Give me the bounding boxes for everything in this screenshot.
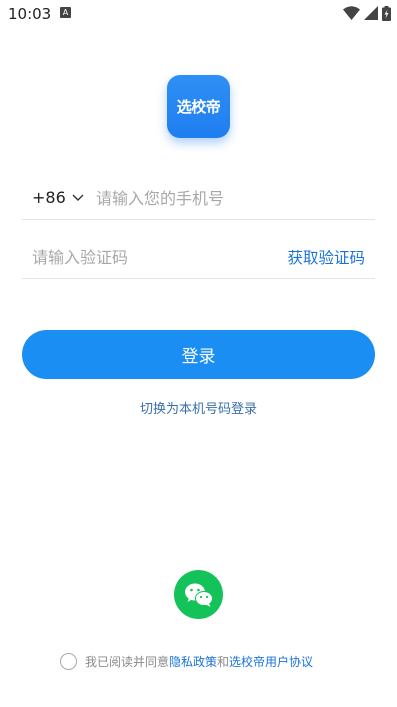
wechat-icon bbox=[184, 583, 213, 607]
get-code-button[interactable]: 获取验证码 bbox=[287, 246, 365, 268]
user-agreement-link[interactable]: 选校帝用户协议 bbox=[229, 653, 313, 670]
status-time: 10:03 bbox=[8, 5, 52, 23]
app-logo: 选校帝 bbox=[167, 75, 230, 138]
signal-icon bbox=[364, 6, 378, 20]
code-row: 获取验证码 bbox=[22, 235, 375, 279]
privacy-policy-link[interactable]: 隐私政策 bbox=[169, 653, 217, 670]
verification-code-input[interactable] bbox=[32, 243, 262, 271]
phone-input[interactable] bbox=[96, 184, 366, 212]
battery-charging-icon bbox=[382, 5, 391, 21]
wifi-icon bbox=[343, 6, 360, 20]
chevron-down-icon bbox=[72, 194, 84, 201]
status-icons bbox=[343, 5, 391, 21]
notification-icon: A bbox=[60, 7, 71, 18]
agreement-row: 我已阅读并同意 隐私政策 和 选校帝用户协议 bbox=[60, 653, 313, 670]
switch-login-link[interactable]: 切换为本机号码登录 bbox=[0, 398, 397, 417]
phone-row: +86 bbox=[22, 176, 375, 220]
country-code-selector[interactable]: +86 bbox=[32, 188, 84, 207]
status-bar: 10:03 A bbox=[0, 0, 397, 28]
wechat-login-button[interactable] bbox=[174, 570, 223, 619]
agreement-checkbox[interactable] bbox=[60, 653, 77, 670]
country-code: +86 bbox=[32, 188, 66, 207]
login-button[interactable]: 登录 bbox=[22, 330, 375, 379]
agreement-prefix: 我已阅读并同意 bbox=[85, 655, 170, 669]
app-logo-text: 选校帝 bbox=[176, 98, 221, 116]
agreement-conjunction: 和 bbox=[217, 655, 230, 669]
